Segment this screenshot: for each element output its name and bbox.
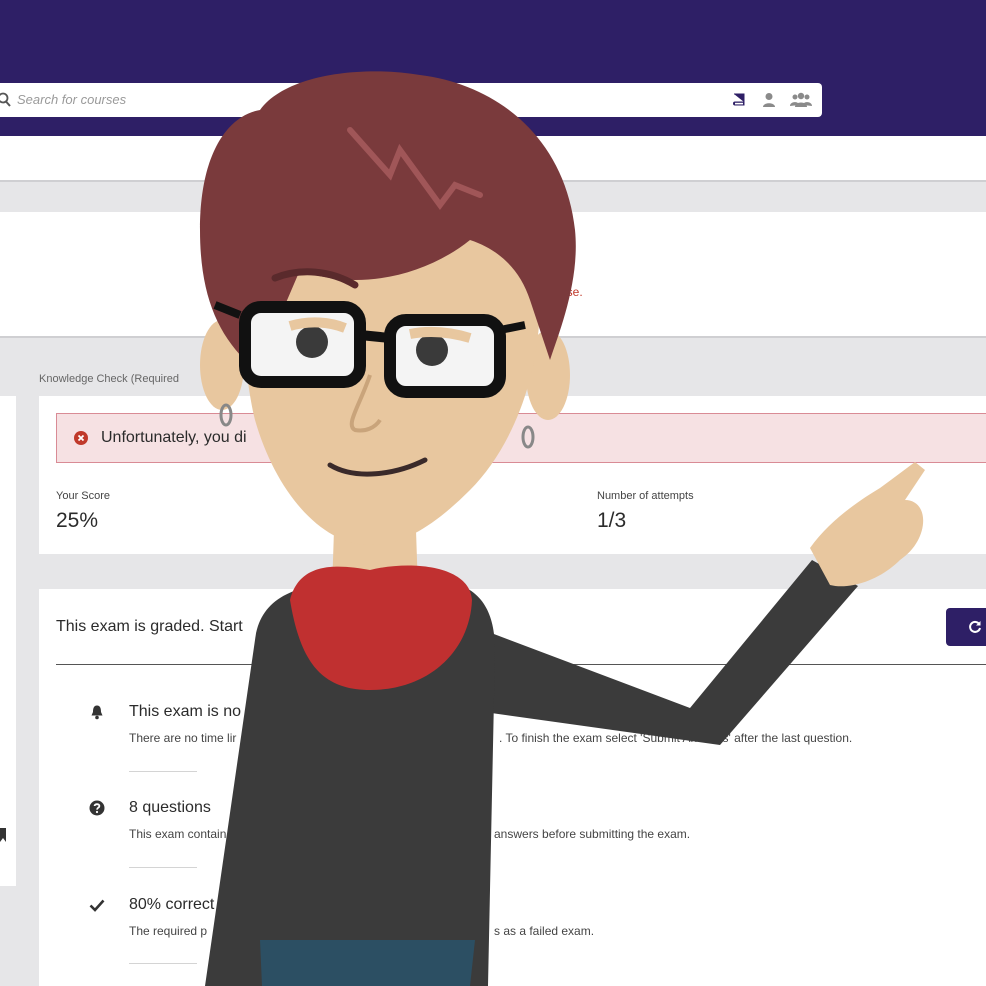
users-icon[interactable] [790, 92, 812, 108]
exam-title: This exam is graded. Start [56, 618, 243, 635]
course-banner: urse. [0, 212, 986, 338]
refresh-icon [969, 620, 981, 633]
breadcrumb: Knowledge Check (Required [39, 373, 180, 385]
attempts-label: Number of attempts [597, 490, 694, 502]
search-bar[interactable]: Search for courses [0, 83, 822, 117]
score-value: 25% [56, 509, 99, 532]
exam-info-desc-cont: answers before submitting the exam. [494, 827, 691, 841]
exam-divider [56, 664, 986, 665]
retry-button[interactable] [946, 608, 986, 646]
exam-info-desc: This exam contain [129, 827, 227, 841]
question-circle-icon [89, 800, 105, 816]
result-card: Unfortunately, you di Your Score 25% Num… [39, 396, 986, 554]
user-icon[interactable] [762, 92, 776, 108]
exam-info-title: 80% correct [129, 896, 215, 913]
exam-info-desc-cont: s as a failed exam. [494, 924, 595, 938]
exam-info-title: This exam is no [129, 703, 242, 720]
failure-alert: Unfortunately, you di [56, 413, 986, 463]
score-label: Your Score [56, 490, 111, 502]
info-separator [129, 867, 197, 868]
search-input[interactable]: Search for courses [17, 92, 126, 107]
bell-icon [91, 705, 103, 720]
banner-message: urse. [556, 285, 583, 299]
exam-info-desc: The required p [129, 924, 208, 938]
exam-info-title: 8 questions [129, 799, 211, 816]
search-icon[interactable] [0, 92, 12, 108]
nav-strip [0, 136, 986, 182]
error-circle-icon [74, 431, 88, 445]
info-separator [129, 963, 197, 964]
bookmark-icon[interactable] [0, 828, 6, 842]
info-separator [129, 771, 197, 772]
exam-info-desc: There are no time lir [129, 731, 237, 745]
check-icon [89, 899, 105, 912]
alert-message: Unfortunately, you di [101, 429, 247, 446]
book-icon[interactable] [731, 92, 747, 108]
left-panel [0, 396, 16, 886]
attempts-value: 1/3 [597, 509, 627, 532]
top-header: Search for courses [0, 0, 986, 136]
exam-card: This exam is graded. Start This exam is … [39, 589, 986, 986]
exam-info-desc-cont: . To finish the exam select 'Submit Answ… [499, 731, 853, 745]
